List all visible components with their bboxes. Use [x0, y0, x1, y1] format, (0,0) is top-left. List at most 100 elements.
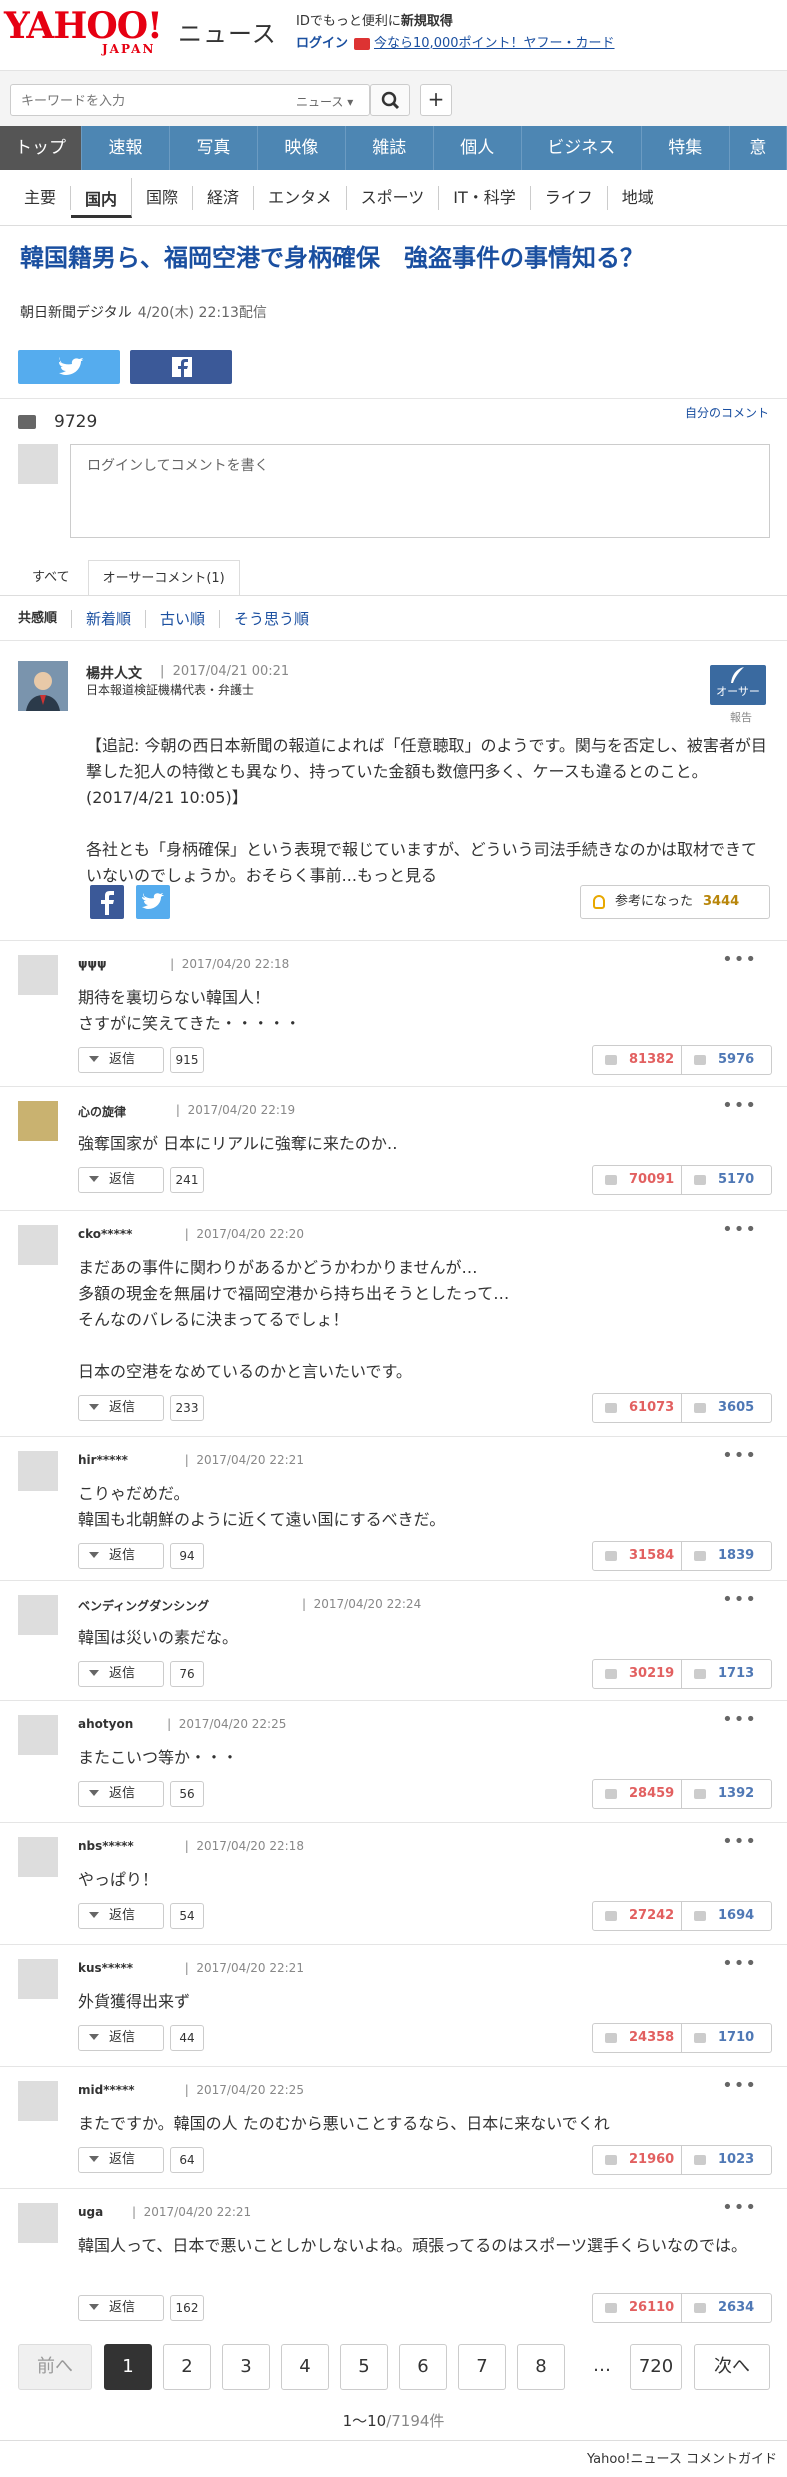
sub-nav-item[interactable]: 国内 — [71, 177, 133, 218]
disagree-button[interactable]: 5170 — [682, 1166, 771, 1194]
reply-button[interactable]: 返信 — [78, 2295, 164, 2321]
main-nav-item[interactable]: ビジネス — [522, 126, 642, 170]
sort-agree[interactable]: そう思う順 — [220, 610, 323, 628]
tab-author-comments[interactable]: オーサーコメント(1) — [87, 560, 240, 596]
comment-user[interactable]: hir***** — [78, 1453, 128, 1467]
disagree-button[interactable]: 3605 — [682, 1394, 771, 1422]
comment-user[interactable]: 心の旋律 — [78, 1103, 126, 1120]
page-button[interactable]: 1 — [104, 2344, 152, 2390]
sub-nav-item[interactable]: 経済 — [193, 185, 255, 210]
reply-button[interactable]: 返信 — [78, 1781, 164, 1807]
main-nav-item[interactable]: 特集 — [642, 126, 730, 170]
page-button[interactable]: 8 — [517, 2344, 565, 2390]
search-button[interactable] — [370, 84, 410, 116]
facebook-share-button[interactable] — [130, 350, 232, 384]
more-options-icon[interactable]: ••• — [722, 1095, 757, 1116]
more-options-icon[interactable]: ••• — [722, 1709, 757, 1730]
sub-nav-item[interactable]: 国際 — [132, 185, 194, 210]
main-nav-item[interactable]: 意 — [730, 126, 787, 170]
agree-button[interactable]: 31584 — [593, 1542, 682, 1570]
more-options-icon[interactable]: ••• — [722, 2197, 757, 2218]
disagree-button[interactable]: 2634 — [682, 2294, 771, 2322]
agree-button[interactable]: 30219 — [593, 1660, 682, 1688]
page-button[interactable]: 5 — [340, 2344, 388, 2390]
disagree-button[interactable]: 1839 — [682, 1542, 771, 1570]
reply-button[interactable]: 返信 — [78, 1167, 164, 1193]
main-nav-item[interactable]: トップ — [0, 126, 83, 170]
disagree-button[interactable]: 5976 — [682, 1046, 771, 1074]
main-nav-item[interactable]: 写真 — [170, 126, 258, 170]
agree-button[interactable]: 28459 — [593, 1780, 682, 1808]
disagree-button[interactable]: 1392 — [682, 1780, 771, 1808]
article-source[interactable]: 朝日新聞デジタル — [20, 305, 132, 321]
reply-button[interactable]: 返信 — [78, 1903, 164, 1929]
sub-nav-item[interactable]: ライフ — [531, 185, 608, 210]
service-name[interactable]: ニュース — [178, 14, 277, 49]
agree-button[interactable]: 24358 — [593, 2024, 682, 2052]
agree-button[interactable]: 70091 — [593, 1166, 682, 1194]
page-button[interactable]: 7 — [458, 2344, 506, 2390]
search-input[interactable] — [21, 92, 261, 110]
point-campaign-link[interactable]: 今なら10,000ポイント！ヤフー・カード — [374, 36, 615, 51]
tab-all[interactable]: すべて — [18, 560, 84, 596]
comment-guide-link[interactable]: Yahoo!ニュース コメントガイド — [587, 2448, 777, 2467]
disagree-button[interactable]: 1713 — [682, 1660, 771, 1688]
page-button[interactable]: 4 — [281, 2344, 329, 2390]
more-options-icon[interactable]: ••• — [722, 949, 757, 970]
comment-user[interactable]: cko***** — [78, 1227, 132, 1241]
sub-nav-item[interactable]: エンタメ — [254, 185, 347, 210]
helpful-button[interactable]: 参考になった 3444 — [580, 885, 770, 919]
comment-user[interactable]: ベンディングダンシング — [78, 1597, 209, 1614]
agree-button[interactable]: 26110 — [593, 2294, 682, 2322]
page-button[interactable]: 3 — [222, 2344, 270, 2390]
reply-button[interactable]: 返信 — [78, 2147, 164, 2173]
comment-user[interactable]: mid***** — [78, 2083, 135, 2097]
more-options-icon[interactable]: ••• — [722, 1953, 757, 1974]
twitter-share-button[interactable] — [136, 885, 170, 919]
reply-button[interactable]: 返信 — [78, 1395, 164, 1421]
sort-sympathy[interactable]: 共感順 — [18, 610, 73, 628]
main-nav-item[interactable]: 雑誌 — [346, 126, 434, 170]
search-scope-select[interactable]: ニュース ▾ — [296, 93, 353, 110]
disagree-button[interactable]: 1710 — [682, 2024, 771, 2052]
agree-button[interactable]: 81382 — [593, 1046, 682, 1074]
reply-button[interactable]: 返信 — [78, 2025, 164, 2051]
comment-user[interactable]: kus***** — [78, 1961, 133, 1975]
my-comments-link[interactable]: 自分のコメント — [685, 404, 769, 421]
sub-nav-item[interactable]: IT・科学 — [439, 185, 531, 210]
sub-nav-item[interactable]: スポーツ — [347, 185, 440, 210]
disagree-button[interactable]: 1694 — [682, 1902, 771, 1930]
agree-button[interactable]: 61073 — [593, 1394, 682, 1422]
sub-nav-item[interactable]: 地域 — [608, 186, 668, 210]
author-name[interactable]: 楊井人文 — [86, 663, 142, 683]
page-button[interactable]: 6 — [399, 2344, 447, 2390]
sub-nav-item[interactable]: 主要 — [10, 185, 72, 210]
comment-user[interactable]: nbs***** — [78, 1839, 134, 1853]
more-options-icon[interactable]: ••• — [722, 1445, 757, 1466]
agree-button[interactable]: 21960 — [593, 2146, 682, 2174]
page-button[interactable]: 720 — [630, 2344, 682, 2390]
comment-user[interactable]: ψψψ — [78, 957, 107, 971]
comment-input[interactable]: ログインしてコメントを書く — [70, 444, 770, 538]
twitter-share-button[interactable] — [18, 350, 120, 384]
reply-button[interactable]: 返信 — [78, 1047, 164, 1073]
more-options-icon[interactable]: ••• — [722, 1219, 757, 1240]
page-button[interactable]: 2 — [163, 2344, 211, 2390]
more-options-icon[interactable]: ••• — [722, 1831, 757, 1852]
more-options-icon[interactable]: ••• — [722, 2075, 757, 2096]
next-page-button[interactable]: 次へ — [694, 2344, 770, 2390]
yahoo-japan-logo[interactable]: YAHOO! JAPAN — [4, 6, 174, 60]
comment-user[interactable]: ahotyon — [78, 1717, 133, 1731]
more-options-icon[interactable]: ••• — [722, 1589, 757, 1610]
disagree-button[interactable]: 1023 — [682, 2146, 771, 2174]
reply-button[interactable]: 返信 — [78, 1661, 164, 1687]
sort-newest[interactable]: 新着順 — [72, 610, 147, 628]
report-link[interactable]: 報告 — [730, 709, 752, 725]
register-link[interactable]: 新規取得 — [401, 14, 453, 29]
reply-button[interactable]: 返信 — [78, 1543, 164, 1569]
main-nav-item[interactable]: 速報 — [82, 126, 170, 170]
comment-user[interactable]: uga — [78, 2205, 103, 2219]
prev-page-button[interactable]: 前へ — [18, 2344, 92, 2390]
sort-oldest[interactable]: 古い順 — [146, 610, 221, 628]
login-link[interactable]: ログイン — [296, 36, 348, 51]
